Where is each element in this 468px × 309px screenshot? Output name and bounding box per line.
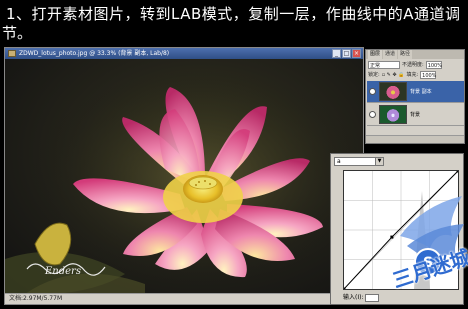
input-field[interactable] <box>365 294 380 302</box>
instruction-caption: 1、打开素材图片，转到LAB模式，复制一层，作曲线中的A通道调 节。 <box>0 0 468 50</box>
document-title: ZDWD_lotus_photo.jpg @ 33.3% (背景 副本, Lab… <box>19 50 170 57</box>
eye-icon[interactable] <box>369 88 376 95</box>
signature-mark: Enders <box>44 266 81 277</box>
curves-input-row: 输入(I): <box>343 294 380 302</box>
window-controls: _ □ × <box>332 49 361 58</box>
curve-control-point[interactable] <box>344 287 346 290</box>
layer-name: 背景 副本 <box>410 89 432 95</box>
layer-thumbnail <box>379 105 407 124</box>
input-label: 输入(I): <box>343 294 364 301</box>
tab-channels[interactable]: 通道 <box>383 50 398 59</box>
document-titlebar[interactable]: ZDWD_lotus_photo.jpg @ 33.3% (背景 副本, Lab… <box>5 48 363 59</box>
lock-icon[interactable]: ▫ ✎ ✥ 🔒 <box>382 71 405 79</box>
layer-row-background-copy[interactable]: 背景 副本 <box>367 81 464 103</box>
document-window[interactable]: ZDWD_lotus_photo.jpg @ 33.3% (背景 副本, Lab… <box>4 47 364 305</box>
minimize-button[interactable]: _ <box>332 49 341 58</box>
lotus-photo-canvas[interactable]: Enders <box>5 59 363 294</box>
eye-icon[interactable] <box>369 111 376 118</box>
layer-name: 背景 <box>410 112 421 118</box>
layers-panel-tabs: 图层 通道 路径 <box>366 50 464 59</box>
tab-layers[interactable]: 图层 <box>368 50 383 59</box>
caption-line-1: 1、打开素材图片，转到LAB模式，复制一层，作曲线中的A通道调 <box>6 5 461 23</box>
lotus-illustration: Enders <box>5 69 363 294</box>
fill-input[interactable]: 100% <box>420 71 436 79</box>
document-icon <box>8 50 16 57</box>
close-button[interactable]: × <box>352 49 361 58</box>
blend-row: 正常 不透明度: 100% <box>368 61 464 69</box>
layer-row-background[interactable]: 背景 <box>367 104 464 126</box>
curves-channel-select[interactable]: a ▼ <box>334 157 384 166</box>
layers-panel-footer <box>366 135 464 143</box>
maximize-button[interactable]: □ <box>342 49 351 58</box>
layers-panel[interactable]: 图层 通道 路径 正常 不透明度: 100% 锁定: ▫ ✎ ✥ 🔒 填充: 1… <box>365 49 465 144</box>
fill-label: 填充: <box>406 72 419 78</box>
document-status-bar: 文档:2.97M/5.77M <box>5 293 363 304</box>
curve-control-point[interactable] <box>456 171 459 173</box>
opacity-label: 不透明度: <box>402 62 424 68</box>
opacity-input[interactable]: 100% <box>425 61 442 69</box>
layer-thumbnail <box>379 82 407 101</box>
tab-paths[interactable]: 路径 <box>398 50 413 59</box>
blend-mode-select[interactable]: 正常 <box>368 61 400 69</box>
chevron-down-icon[interactable]: ▼ <box>375 158 383 165</box>
caption-line-2: 节。 <box>2 24 33 42</box>
lock-label: 锁定: <box>368 72 380 78</box>
curves-channel-value: a <box>337 158 341 165</box>
lock-row: 锁定: ▫ ✎ ✥ 🔒 填充: 100% <box>368 71 464 79</box>
